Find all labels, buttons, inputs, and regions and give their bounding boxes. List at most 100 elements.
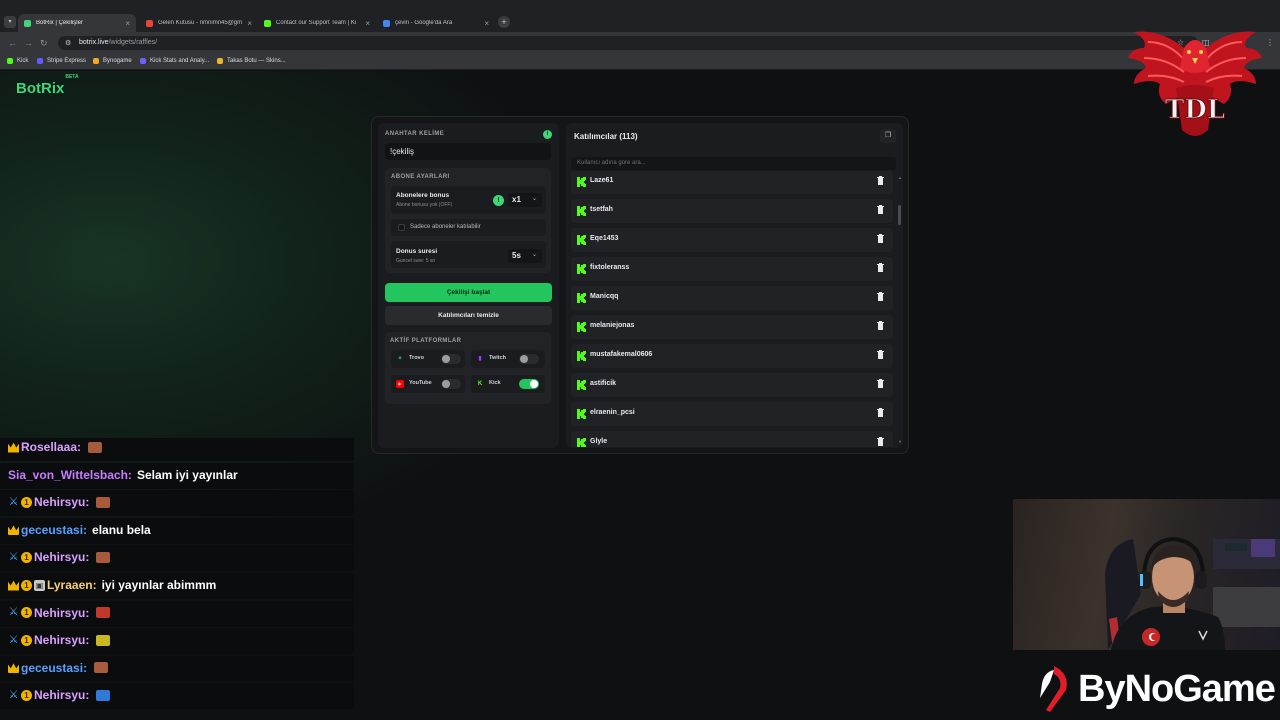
participant-row: melaniejonas (571, 315, 893, 339)
tab-title: BotRix | Çekilişler (36, 20, 83, 26)
chat-username: Rosellaaa: (21, 440, 82, 454)
box-badge-icon: ▣ (34, 579, 45, 591)
tab-search-button[interactable]: ▾ (4, 16, 16, 28)
sub-bonus-select[interactable]: x1 ⌄ (508, 193, 542, 207)
streamer-webcam-image (1105, 536, 1280, 650)
bookmark-label: Stripe Express (47, 58, 87, 64)
trash-icon[interactable] (877, 408, 884, 417)
browser-tab[interactable]: BotRix | Çekilişler × (18, 14, 136, 32)
trash-icon[interactable] (877, 321, 884, 330)
kick-icon (577, 206, 586, 216)
trash-icon[interactable] (877, 263, 884, 272)
forward-icon[interactable]: → (24, 38, 33, 48)
platform-toggle[interactable] (519, 354, 539, 364)
crown-badge-icon (8, 442, 19, 453)
trash-icon[interactable] (877, 350, 884, 359)
bookmark-item[interactable]: Kick (7, 58, 28, 64)
participant-list-scrollbar[interactable]: ▲ ▼ (898, 175, 902, 444)
participant-name: mustafakemal0606 (590, 351, 653, 358)
platform-toggle[interactable] (441, 354, 461, 364)
participant-name: elraenin_pcsi (590, 409, 635, 416)
emote-icon (96, 689, 111, 701)
clear-participants-button[interactable]: Katılımcıları temizle (385, 306, 552, 325)
scroll-down-icon[interactable]: ▼ (898, 439, 902, 444)
bynogame-logo: ByNoGame (1036, 664, 1276, 714)
sub-only-checkbox[interactable] (398, 224, 405, 231)
tab-favicon-icon (24, 19, 31, 27)
emote-icon (96, 607, 111, 619)
participant-row: Eqe1453 (571, 228, 893, 252)
sub-bonus-title: Abonelere bonus (396, 192, 450, 199)
tab-close-icon[interactable]: × (365, 19, 370, 28)
browser-tab[interactable]: Contact our Support Team | Ki × (258, 14, 376, 32)
site-info-icon[interactable]: ⚙ (65, 39, 71, 47)
bookmark-item[interactable]: Bynogame (93, 58, 132, 64)
participant-name: fixtoleranss (590, 264, 630, 271)
platform-name: Trovo (409, 355, 424, 361)
participant-name: Eqe1453 (590, 235, 619, 242)
scrollbar-thumb[interactable] (898, 205, 901, 225)
back-icon[interactable]: ← (8, 38, 17, 48)
tab-title: çeviri - Google'da Ara (395, 20, 453, 26)
scroll-up-icon[interactable]: ▲ (898, 175, 902, 180)
platform-toggle[interactable] (441, 379, 461, 389)
tab-close-icon[interactable]: × (484, 19, 489, 28)
kick-icon (577, 293, 586, 303)
address-bar[interactable] (58, 36, 1198, 50)
reload-icon[interactable]: ↻ (40, 38, 48, 49)
kick-icon (577, 322, 586, 332)
start-raffle-button[interactable]: Çekilişi başlat (385, 283, 552, 302)
kick-icon (577, 177, 586, 187)
participant-row: Manicqq (571, 286, 893, 310)
trash-icon[interactable] (877, 379, 884, 388)
browser-tab[interactable]: çeviri - Google'da Ara × (377, 14, 495, 32)
chat-message: ⚔ 1 Nehirsyu: (0, 628, 354, 655)
tdl-logo-text: TDL (1165, 95, 1225, 125)
chat-username: Nehirsyu: (34, 605, 90, 620)
participant-name: melaniejonas (590, 322, 635, 329)
copy-icon[interactable]: ❐ (880, 129, 896, 143)
keyword-input[interactable]: !çekiliş (385, 143, 551, 160)
trash-icon[interactable] (877, 437, 884, 446)
chat-message: ⚔ 1 Nehirsyu: (0, 683, 354, 710)
bookmark-item[interactable]: Kick Stats and Analy... (140, 58, 209, 64)
bookmark-item[interactable]: Stripe Express (37, 58, 86, 64)
tab-close-icon[interactable]: × (247, 19, 252, 28)
trash-icon[interactable] (877, 292, 884, 301)
emote-icon (88, 441, 103, 453)
platform-trovo-row: ✦ Trovo (391, 350, 465, 368)
sub-bonus-info-icon[interactable]: ! (493, 195, 504, 206)
trash-icon[interactable] (877, 176, 884, 185)
chat-username: Sia_von_Wittelsbach: (8, 467, 132, 482)
menu-icon[interactable]: ⋮ (1266, 38, 1274, 47)
keyword-info-icon[interactable]: i (543, 130, 552, 139)
participant-list: Laze61 tsetfah Eqe1453 fixtoleranss Manicqq m… (571, 171, 893, 447)
webcam-feed (1013, 499, 1280, 650)
chat-text: Selam iyi yayınlar (136, 467, 238, 482)
bookmark-item[interactable]: Takas Botu — Skins... (217, 58, 286, 64)
sword-badge-icon: ⚔ (8, 688, 19, 701)
chevron-down-icon: ⌄ (531, 252, 537, 258)
participant-search-input[interactable]: Kullanıcı adına gore ara... (571, 157, 896, 170)
tab-close-icon[interactable]: × (125, 19, 130, 28)
new-tab-button[interactable]: + (498, 16, 510, 28)
participant-row: astificik (571, 373, 893, 397)
participant-row: elraenin_pcsi (571, 402, 893, 426)
botrix-logo[interactable]: BotRixBETA (16, 74, 79, 97)
platform-twitch-row: ▮ Twitch (471, 350, 545, 368)
emote-icon (94, 662, 109, 674)
sub-bonus-subtitle: Abone bonusu yok (OFF) (396, 202, 453, 208)
browser-tab[interactable]: Gelen Kutusu - nmnimn45@gm × (140, 14, 258, 32)
duration-select[interactable]: 5s ⌄ (508, 249, 542, 263)
url-text[interactable]: botrix.live/widgets/raffles/ (79, 39, 157, 46)
trash-icon[interactable] (877, 205, 884, 214)
kick-icon (577, 264, 586, 274)
stream-chat-overlay: Rosellaaa: Sia_von_Wittelsbach: Selam iyi … (0, 438, 356, 720)
participant-name: astificik (590, 380, 617, 387)
duration-subtitle: Guncel sure: 5 sn (396, 258, 436, 264)
participant-row: Glyle (571, 431, 893, 447)
trovo-icon: ✦ (397, 356, 403, 362)
url-host: botrix.live (79, 39, 109, 46)
platform-toggle[interactable] (519, 379, 539, 389)
trash-icon[interactable] (877, 234, 884, 243)
